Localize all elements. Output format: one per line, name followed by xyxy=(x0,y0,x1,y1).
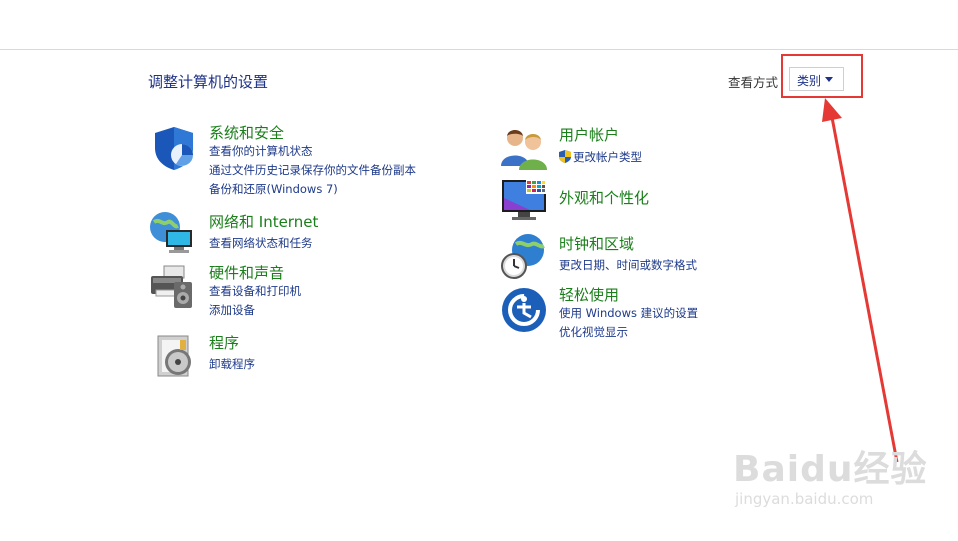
display-icon xyxy=(502,180,546,220)
link-view-computer-status[interactable]: 查看你的计算机状态 xyxy=(209,143,313,159)
link-view-network-status[interactable]: 查看网络状态和任务 xyxy=(209,235,313,251)
link-file-history-backup[interactable]: 通过文件历史记录保存你的文件备份副本 xyxy=(209,162,416,178)
link-change-account-type-label: 更改帐户类型 xyxy=(573,150,642,164)
link-change-account-type[interactable]: 更改帐户类型 xyxy=(559,149,642,165)
link-view-devices-printers[interactable]: 查看设备和打印机 xyxy=(209,283,301,299)
link-optimize-visual-display[interactable]: 优化视觉显示 xyxy=(559,324,628,340)
link-windows-recommended-settings[interactable]: 使用 Windows 建议的设置 xyxy=(559,305,698,321)
category-title-network-internet[interactable]: 网络和 Internet xyxy=(209,211,318,232)
uac-shield-icon xyxy=(559,150,571,163)
network-globe-icon xyxy=(150,212,192,253)
users-icon xyxy=(501,130,547,170)
link-change-date-time-format[interactable]: 更改日期、时间或数字格式 xyxy=(559,257,697,273)
category-title-user-accounts[interactable]: 用户帐户 xyxy=(559,124,619,145)
link-uninstall-program[interactable]: 卸载程序 xyxy=(209,356,255,372)
link-add-device[interactable]: 添加设备 xyxy=(209,302,255,318)
baidu-watermark: Baidu经验 jingyan.baidu.com xyxy=(733,440,928,508)
watermark-url: jingyan.baidu.com xyxy=(735,490,874,508)
link-backup-restore[interactable]: 备份和还原(Windows 7) xyxy=(209,181,338,197)
printer-speaker-icon xyxy=(151,265,192,308)
category-title-programs[interactable]: 程序 xyxy=(209,332,239,353)
shield-icon xyxy=(155,127,193,170)
watermark-logo-text: Baidu经验 xyxy=(733,449,928,490)
category-title-system-security[interactable]: 系统和安全 xyxy=(209,122,284,143)
category-title-ease-of-access[interactable]: 轻松使用 xyxy=(559,284,619,305)
category-title-appearance[interactable]: 外观和个性化 xyxy=(559,187,649,208)
category-title-hardware-sound[interactable]: 硬件和声音 xyxy=(209,262,284,283)
clock-globe-icon xyxy=(501,234,545,279)
category-title-clock-region[interactable]: 时钟和区域 xyxy=(559,233,634,254)
program-disc-icon xyxy=(157,335,191,377)
ease-of-access-icon xyxy=(502,288,546,332)
